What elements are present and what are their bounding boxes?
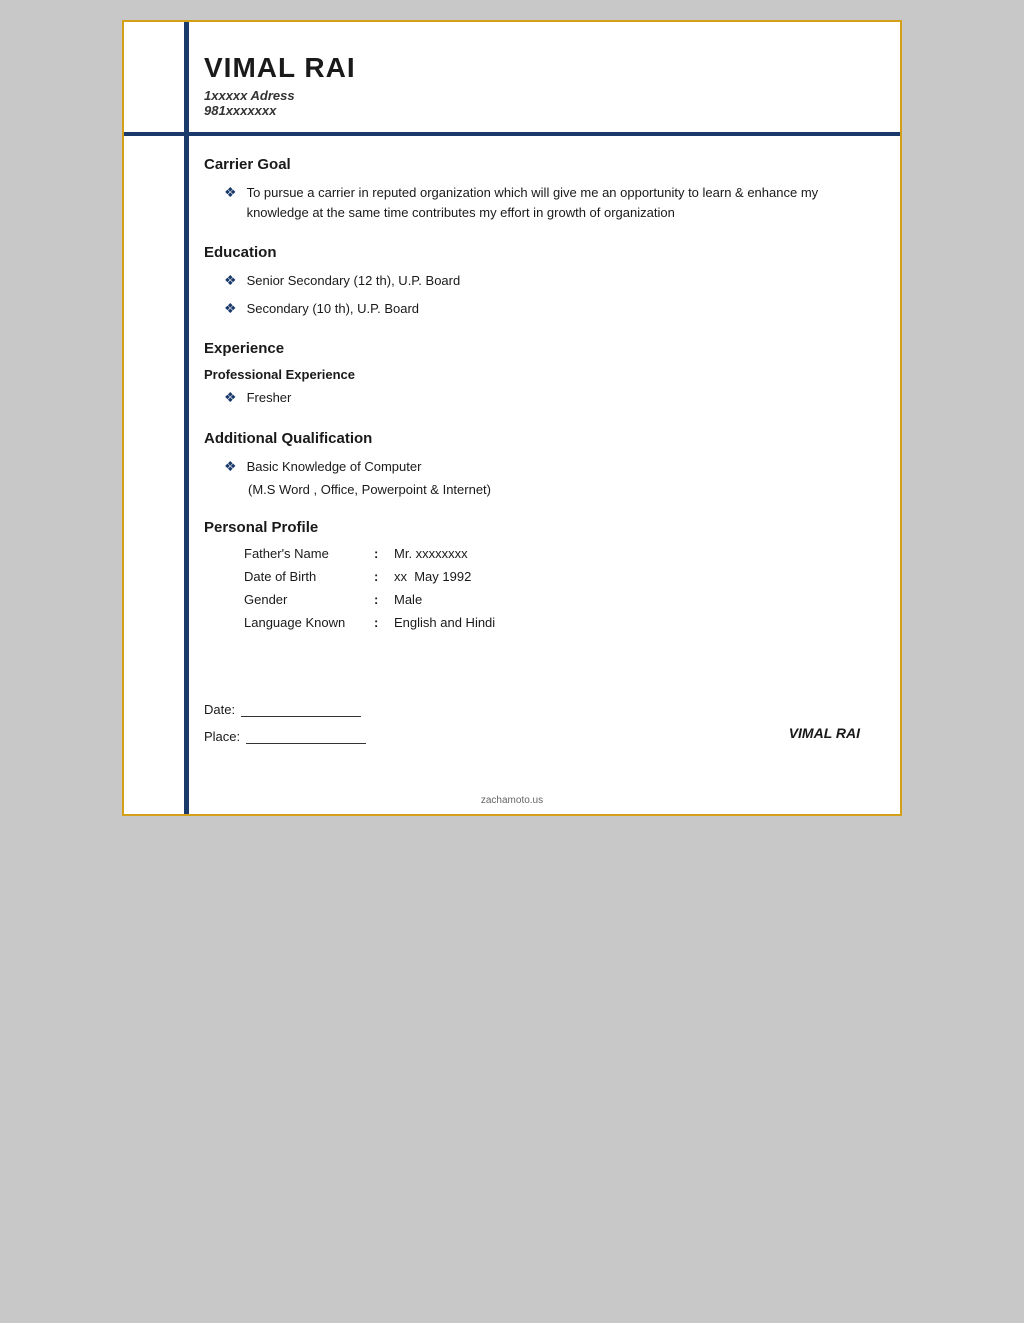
personal-profile-section: Personal Profile Father's Name : Mr. xxx… bbox=[204, 519, 860, 630]
education-title: Education bbox=[204, 244, 860, 261]
experience-title: Experience bbox=[204, 340, 860, 357]
left-accent-bar bbox=[184, 22, 189, 814]
profile-label-father: Father's Name bbox=[244, 546, 374, 561]
date-line: Date: bbox=[204, 702, 366, 717]
experience-item-1: ❖ Fresher bbox=[204, 388, 860, 408]
profile-label-gender: Gender bbox=[244, 592, 374, 607]
professional-experience-subtitle: Professional Experience bbox=[204, 367, 860, 382]
education-text-2: Secondary (10 th), U.P. Board bbox=[247, 299, 419, 319]
place-label: Place: bbox=[204, 729, 240, 744]
education-section: Education ❖ Senior Secondary (12 th), U.… bbox=[204, 244, 860, 318]
date-field bbox=[241, 703, 361, 717]
watermark: zachamoto.us bbox=[481, 795, 543, 806]
education-item-1: ❖ Senior Secondary (12 th), U.P. Board bbox=[204, 271, 860, 291]
signature-section: Date: Place: VIMAL RAI bbox=[124, 672, 900, 774]
experience-section: Experience Professional Experience ❖ Fre… bbox=[204, 340, 860, 408]
personal-profile-title: Personal Profile bbox=[204, 519, 860, 536]
profile-row-dob: Date of Birth : xx May 1992 bbox=[244, 569, 860, 584]
resume-page: VIMAL RAI 1xxxxx Adress 981xxxxxxx Carri… bbox=[122, 20, 902, 816]
profile-label-dob: Date of Birth bbox=[244, 569, 374, 584]
address-line: 1xxxxx Adress bbox=[204, 88, 870, 103]
date-place-block: Date: Place: bbox=[204, 702, 366, 744]
profile-colon-father: : bbox=[374, 546, 394, 561]
profile-row-gender: Gender : Male bbox=[244, 592, 860, 607]
additional-qualification-text: Basic Knowledge of Computer bbox=[247, 457, 422, 477]
signature-name: VIMAL RAI bbox=[789, 725, 860, 741]
profile-label-language: Language Known bbox=[244, 615, 374, 630]
phone-line: 981xxxxxxx bbox=[204, 103, 870, 118]
bullet-diamond: ❖ bbox=[224, 458, 237, 475]
bullet-diamond: ❖ bbox=[224, 300, 237, 317]
additional-qualification-title: Additional Qualification bbox=[204, 430, 860, 447]
bottom-padding bbox=[124, 774, 900, 814]
carrier-goal-title: Carrier Goal bbox=[204, 156, 860, 173]
carrier-goal-section: Carrier Goal ❖ To pursue a carrier in re… bbox=[204, 156, 860, 222]
date-label: Date: bbox=[204, 702, 235, 717]
profile-colon-dob: : bbox=[374, 569, 394, 584]
additional-qualification-section: Additional Qualification ❖ Basic Knowled… bbox=[204, 430, 860, 498]
education-item-2: ❖ Secondary (10 th), U.P. Board bbox=[204, 299, 860, 319]
place-line: Place: bbox=[204, 729, 366, 744]
profile-row-father: Father's Name : Mr. xxxxxxxx bbox=[244, 546, 860, 561]
profile-value-gender: Male bbox=[394, 592, 422, 607]
experience-text-1: Fresher bbox=[247, 388, 292, 408]
profile-row-language: Language Known : English and Hindi bbox=[244, 615, 860, 630]
bullet-diamond: ❖ bbox=[224, 184, 237, 201]
additional-qualification-item: ❖ Basic Knowledge of Computer bbox=[204, 457, 860, 477]
bullet-diamond: ❖ bbox=[224, 389, 237, 406]
profile-colon-gender: : bbox=[374, 592, 394, 607]
profile-value-father: Mr. xxxxxxxx bbox=[394, 546, 468, 561]
carrier-goal-text: To pursue a carrier in reputed organizat… bbox=[247, 183, 860, 222]
education-text-1: Senior Secondary (12 th), U.P. Board bbox=[247, 271, 461, 291]
place-field bbox=[246, 730, 366, 744]
header-section: VIMAL RAI 1xxxxx Adress 981xxxxxxx bbox=[124, 22, 900, 118]
candidate-name: VIMAL RAI bbox=[204, 52, 870, 84]
content-section: Carrier Goal ❖ To pursue a carrier in re… bbox=[124, 136, 900, 672]
carrier-goal-item: ❖ To pursue a carrier in reputed organiz… bbox=[204, 183, 860, 222]
profile-value-dob: xx May 1992 bbox=[394, 569, 471, 584]
profile-colon-language: : bbox=[374, 615, 394, 630]
profile-value-language: English and Hindi bbox=[394, 615, 495, 630]
profile-table: Father's Name : Mr. xxxxxxxx Date of Bir… bbox=[244, 546, 860, 630]
bullet-diamond: ❖ bbox=[224, 272, 237, 289]
additional-qualification-subtext: (M.S Word , Office, Powerpoint & Interne… bbox=[204, 482, 860, 497]
